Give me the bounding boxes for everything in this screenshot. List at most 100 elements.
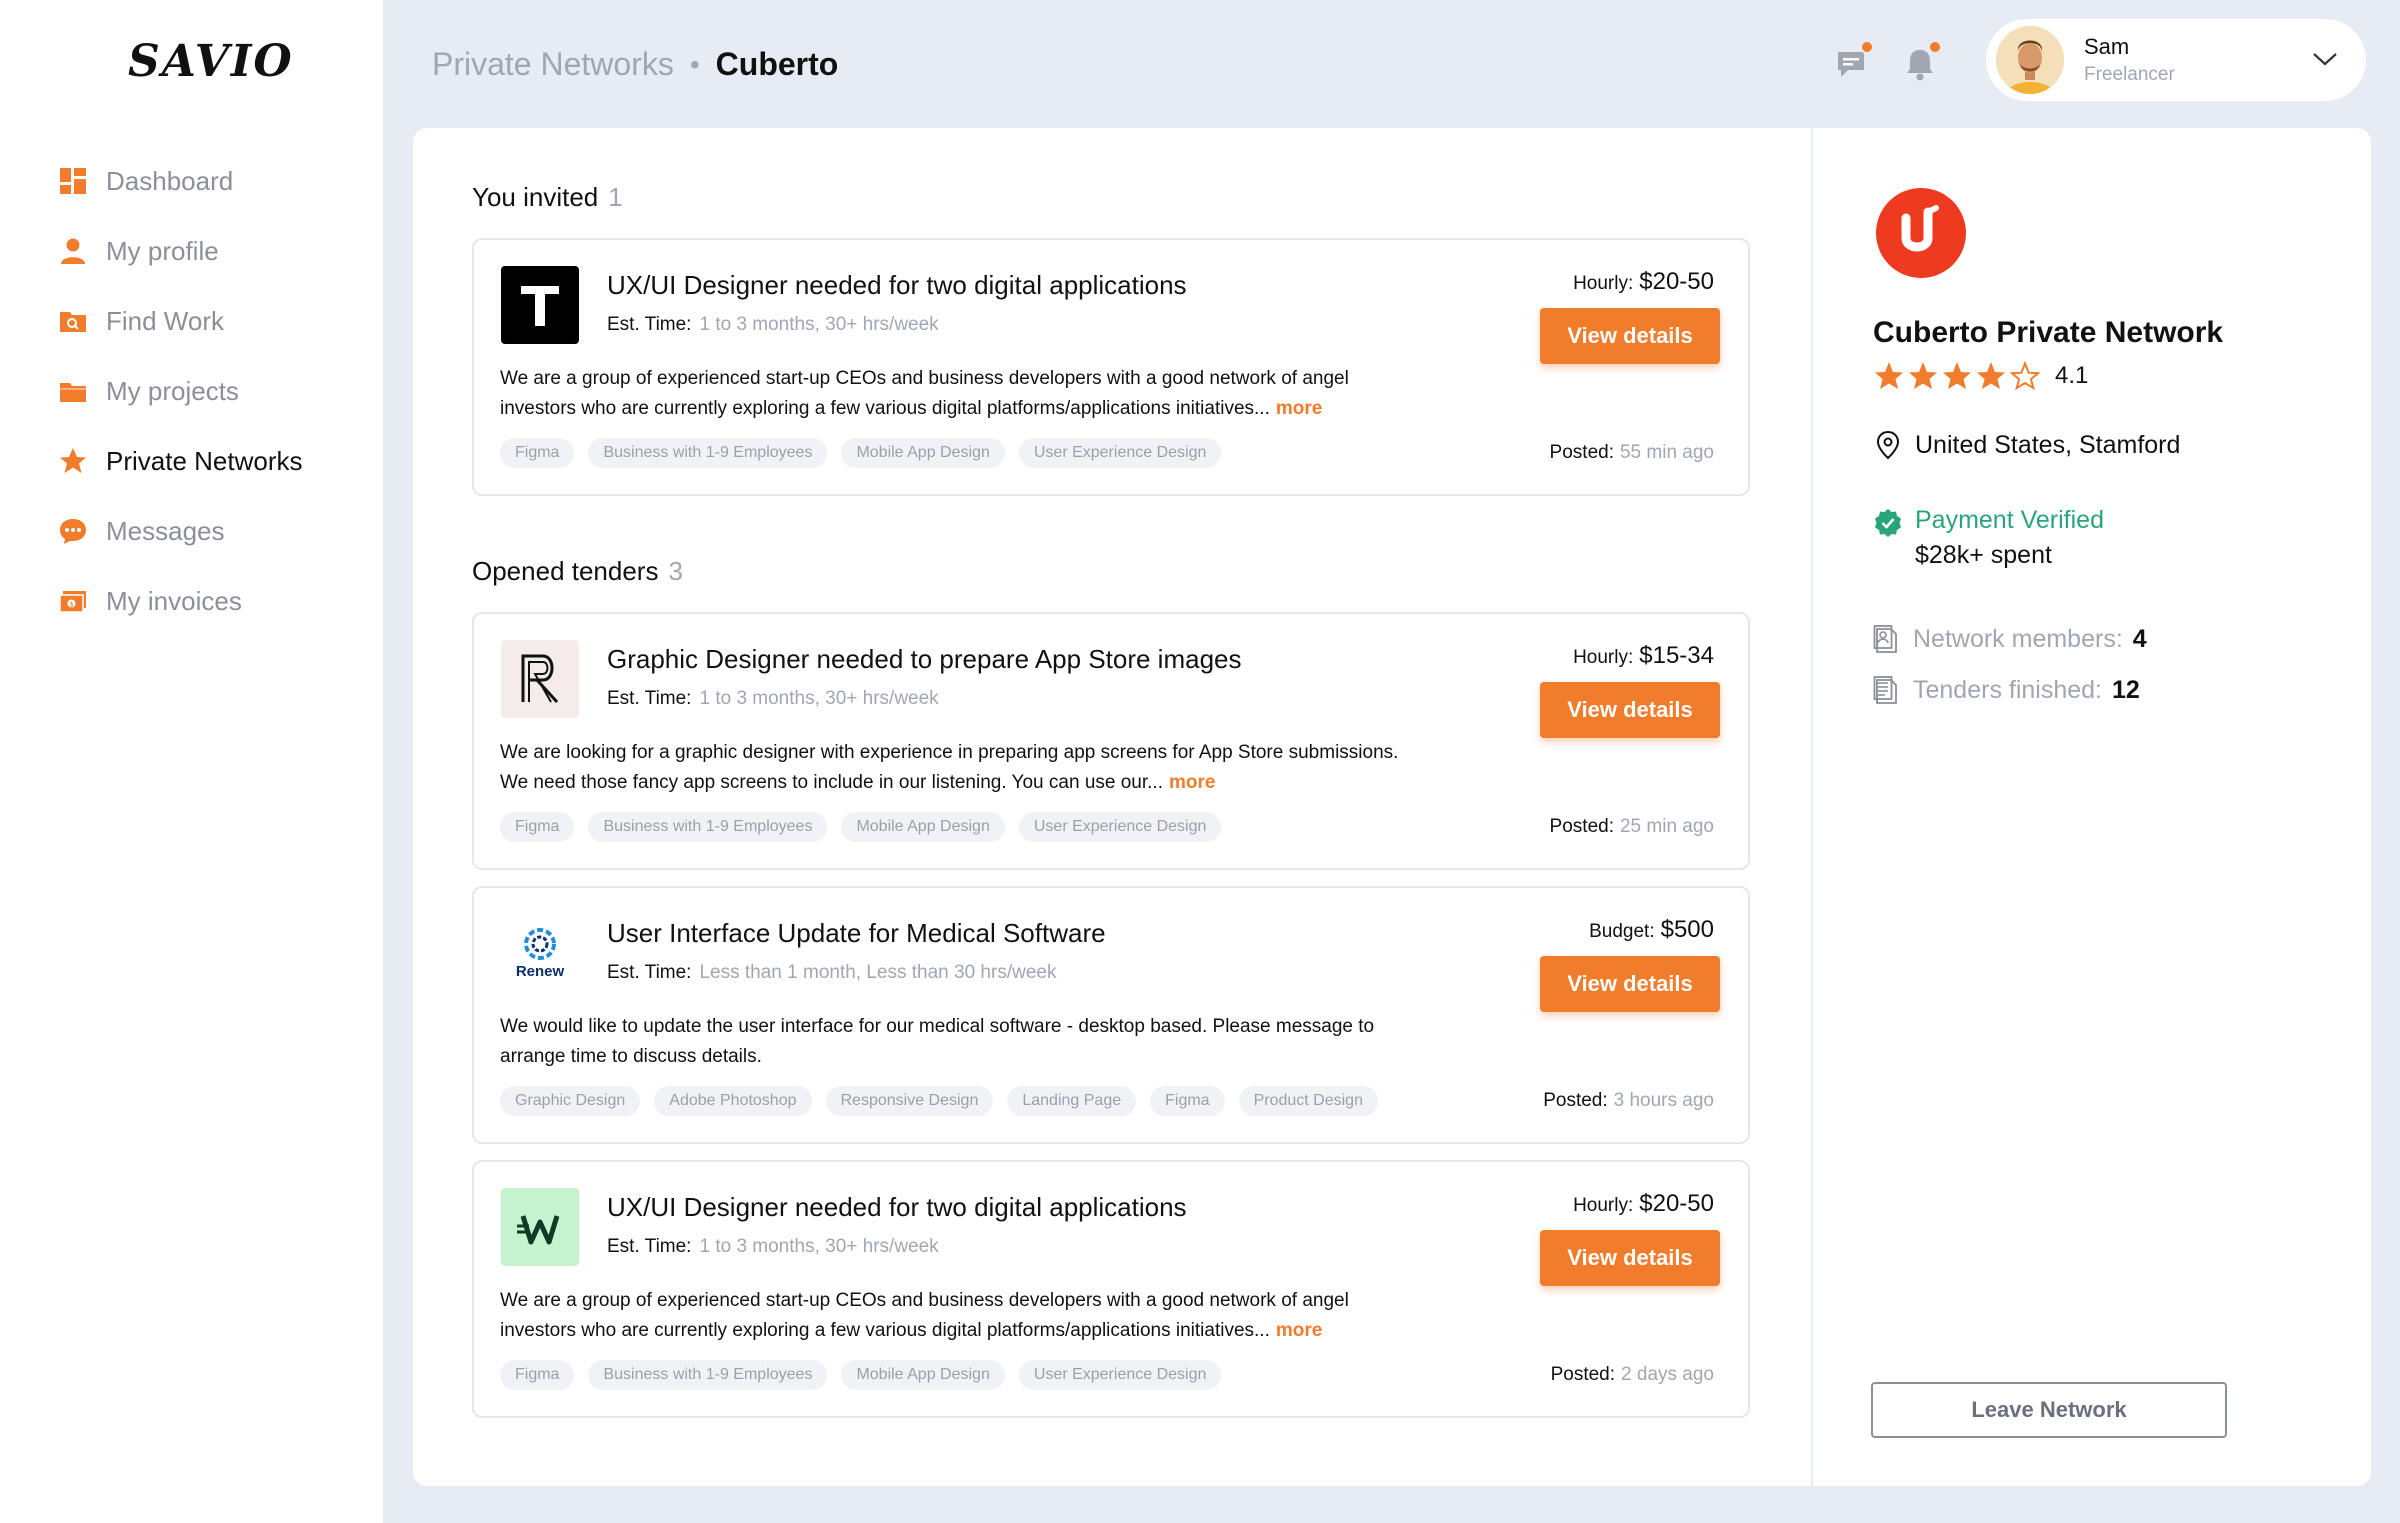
tag[interactable]: Business with 1-9 Employees	[588, 812, 828, 842]
posted-value: 2 days ago	[1621, 1364, 1714, 1385]
letter-t-logo-icon	[501, 266, 579, 344]
posted-time: Posted: 55 min ago	[1550, 442, 1714, 464]
rate-value: $20-50	[1639, 1190, 1714, 1217]
user-avatar-illustration	[1996, 26, 2064, 94]
tender-card[interactable]: UX/UI Designer needed for two digital ap…	[472, 238, 1750, 496]
tag[interactable]: User Experience Design	[1018, 812, 1222, 842]
dashboard-icon	[58, 166, 88, 196]
more-link[interactable]: more	[1276, 398, 1322, 419]
tender-title[interactable]: UX/UI Designer needed for two digital ap…	[607, 270, 1187, 301]
chat-icon	[58, 516, 88, 546]
description-text: We would like to update the user interfa…	[500, 1016, 1375, 1067]
star-outline-icon	[2009, 360, 2041, 391]
tag[interactable]: Figma	[500, 1360, 575, 1390]
view-details-button[interactable]: View details	[1540, 682, 1720, 738]
location-text: United States, Stamford	[1915, 430, 2181, 459]
tender-title[interactable]: UX/UI Designer needed for two digital ap…	[607, 1192, 1187, 1223]
invoice-icon: $	[58, 586, 88, 616]
tender-card[interactable]: Renew User Interface Update for Medical …	[472, 886, 1750, 1144]
search-folder-icon	[58, 306, 88, 336]
user-name: Sam	[2084, 34, 2130, 59]
tag[interactable]: Mobile App Design	[841, 438, 1005, 468]
view-details-button[interactable]: View details	[1540, 956, 1720, 1012]
est-time-value: Less than 1 month, Less than 30 hrs/week	[699, 962, 1057, 983]
app-logo[interactable]: SAVIO	[128, 36, 294, 87]
tag[interactable]: Figma	[500, 812, 575, 842]
rate: Hourly: $15-34	[1573, 642, 1714, 670]
tag[interactable]: Landing Page	[1007, 1086, 1137, 1116]
est-time: Est. Time: 1 to 3 months, 30+ hrs/week	[607, 1236, 939, 1258]
location-pin-icon	[1876, 430, 1900, 460]
more-link[interactable]: more	[1276, 1320, 1322, 1341]
rate-label: Budget:	[1589, 921, 1655, 942]
leave-network-button[interactable]: Leave Network	[1871, 1382, 2227, 1438]
sidebar-item-label: Messages	[106, 515, 225, 546]
tag[interactable]: User Experience Design	[1018, 1360, 1222, 1390]
tag[interactable]: Figma	[500, 438, 575, 468]
rate-value: $15-34	[1639, 642, 1714, 669]
sidebar-item-label: My projects	[106, 375, 239, 406]
sidebar-item-dashboard[interactable]: Dashboard	[58, 146, 303, 216]
breadcrumb: Private Networks • Cuberto	[432, 46, 838, 83]
network-location: United States, Stamford	[1873, 430, 2180, 460]
posted-time: Posted: 2 days ago	[1551, 1364, 1714, 1386]
chevron-down-icon[interactable]	[2312, 49, 2338, 69]
sidebar-item-private-networks[interactable]: Private Networks	[58, 426, 303, 496]
rate: Hourly: $20-50	[1573, 268, 1714, 296]
tag[interactable]: Product Design	[1238, 1086, 1378, 1116]
star-filled-icon	[1977, 362, 2005, 389]
rate: Hourly: $20-50	[1573, 1190, 1714, 1218]
posted-value: 3 hours ago	[1613, 1090, 1714, 1111]
breadcrumb-parent[interactable]: Private Networks	[432, 46, 674, 83]
star-icon	[58, 446, 88, 476]
tag[interactable]: Adobe Photoshop	[654, 1086, 812, 1116]
sidebar: SAVIO Dashboard My profile Find Work My …	[0, 0, 383, 1523]
tender-card[interactable]: UX/UI Designer needed for two digital ap…	[472, 1160, 1750, 1418]
user-menu[interactable]: Sam Freelancer	[1986, 19, 2366, 101]
view-details-button[interactable]: View details	[1540, 308, 1720, 364]
messages-button[interactable]	[1832, 40, 1874, 84]
sidebar-item-label: My profile	[106, 235, 219, 266]
more-link[interactable]: more	[1169, 772, 1215, 793]
tag-list: Figma Business with 1-9 Employees Mobile…	[500, 438, 1235, 468]
company-logo	[501, 1188, 579, 1266]
posted-value: 55 min ago	[1619, 442, 1714, 463]
sidebar-item-messages[interactable]: Messages	[58, 496, 303, 566]
sidebar-item-label: Find Work	[106, 305, 224, 336]
notifications-button[interactable]	[1900, 40, 1942, 84]
tag[interactable]: Responsive Design	[825, 1086, 994, 1116]
est-time: Est. Time: 1 to 3 months, 30+ hrs/week	[607, 314, 939, 336]
members-document-icon	[1873, 625, 1897, 653]
posted-label: Posted:	[1549, 442, 1614, 463]
view-details-button[interactable]: View details	[1540, 1230, 1720, 1286]
rating-value: 4.1	[2055, 362, 2089, 389]
est-time-label: Est. Time:	[607, 314, 692, 335]
tag[interactable]: Figma	[1150, 1086, 1225, 1116]
tag[interactable]: Mobile App Design	[841, 812, 1005, 842]
sidebar-item-my-invoices[interactable]: $ My invoices	[58, 566, 303, 636]
tender-description: We are looking for a graphic designer wi…	[500, 738, 1430, 798]
tag[interactable]: Mobile App Design	[841, 1360, 1005, 1390]
star-filled-icon	[1875, 362, 1903, 389]
tender-title[interactable]: User Interface Update for Medical Softwa…	[607, 918, 1106, 949]
user-icon	[58, 236, 88, 266]
sidebar-item-find-work[interactable]: Find Work	[58, 286, 303, 356]
est-time-label: Est. Time:	[607, 688, 692, 709]
star-filled-icon	[1909, 362, 1937, 389]
tender-title[interactable]: Graphic Designer needed to prepare App S…	[607, 644, 1242, 675]
tender-card[interactable]: Graphic Designer needed to prepare App S…	[472, 612, 1750, 870]
tag[interactable]: Business with 1-9 Employees	[588, 438, 828, 468]
tag-list: Figma Business with 1-9 Employees Mobile…	[500, 812, 1235, 842]
amount-spent: $28k+ spent	[1915, 541, 2052, 569]
verified-badge-icon	[1875, 509, 1901, 537]
tag[interactable]: User Experience Design	[1018, 438, 1222, 468]
members-label: Network members:	[1913, 624, 2123, 653]
tag[interactable]: Business with 1-9 Employees	[588, 1360, 828, 1390]
tender-description: We are a group of experienced start-up C…	[500, 1286, 1430, 1346]
tenders-value: 12	[2112, 675, 2140, 704]
tenders-section-title: Opened tenders 3	[472, 556, 683, 587]
tag[interactable]: Graphic Design	[500, 1086, 641, 1116]
posted-label: Posted:	[1543, 1090, 1608, 1111]
sidebar-item-my-projects[interactable]: My projects	[58, 356, 303, 426]
sidebar-item-my-profile[interactable]: My profile	[58, 216, 303, 286]
